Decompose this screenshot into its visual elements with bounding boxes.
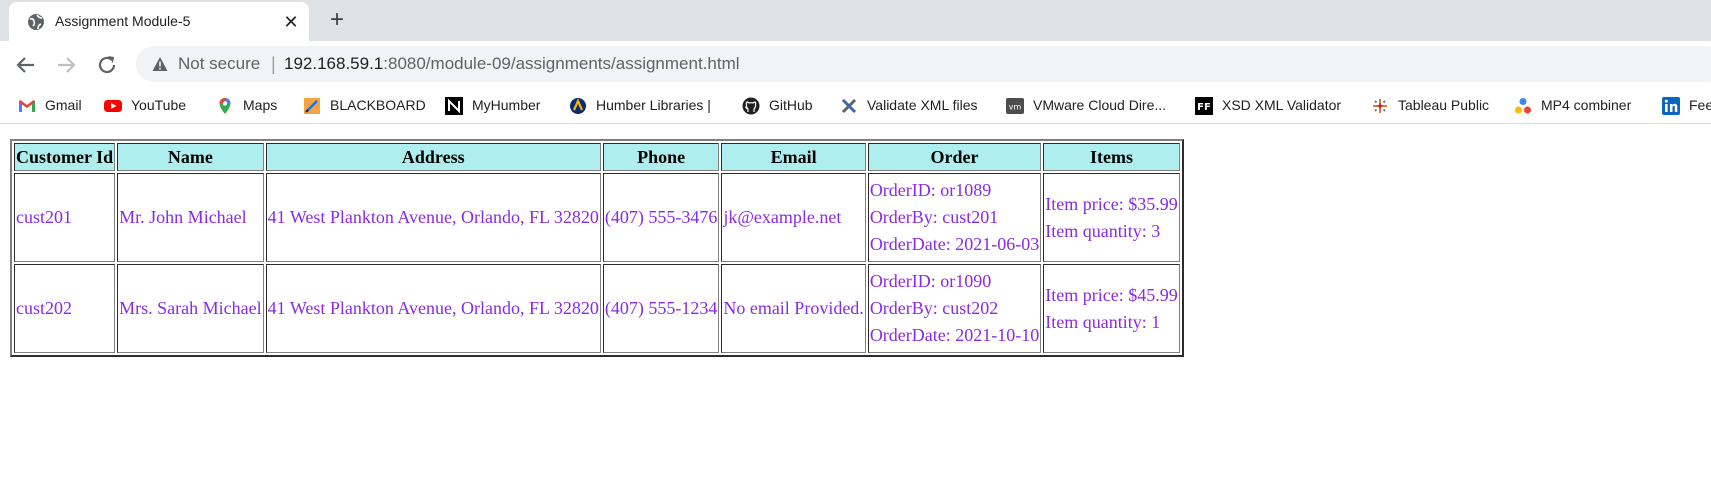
- header-order: Order: [867, 143, 1042, 171]
- header-email: Email: [721, 143, 866, 171]
- customer-orders-table: Customer Id Name Address Phone Email Ord…: [10, 139, 1184, 357]
- cell-phone: (407) 555-1234: [602, 264, 720, 353]
- blackboard-icon: [304, 98, 320, 114]
- page-content: Customer Id Name Address Phone Email Ord…: [0, 124, 1711, 486]
- table-header-row: Customer Id Name Address Phone Email Ord…: [14, 143, 1180, 171]
- xsd-validator-icon: FF: [1195, 97, 1213, 115]
- url-text[interactable]: 192.168.59.1:8080/module-09/assignments/…: [284, 54, 740, 74]
- order-id: OrderID: or1090: [869, 271, 992, 291]
- order-by: OrderBy: cust202: [869, 298, 999, 318]
- tab-title: Assignment Module-5: [55, 13, 191, 29]
- bookmark-label: Maps: [243, 97, 278, 113]
- bookmark-label: MP4 combiner: [1541, 97, 1632, 113]
- close-tab-icon[interactable]: ✕: [281, 12, 301, 32]
- bookmarks-bar: Gmail YouTube Maps BLACKBOARD MyHumber H…: [0, 89, 1711, 124]
- new-tab-button[interactable]: +: [324, 8, 350, 34]
- bookmark-label: MyHumber: [472, 97, 541, 113]
- cell-order: OrderID: or1090 OrderBy: cust202 OrderDa…: [867, 264, 1042, 353]
- cell-customer-id: cust202: [14, 264, 116, 353]
- cell-items: Item price: $35.99 Item quantity: 3: [1043, 173, 1180, 262]
- linkedin-icon: [1662, 97, 1680, 115]
- myhumber-icon: [445, 97, 463, 115]
- mp4-combiner-icon: [1515, 98, 1531, 114]
- header-address: Address: [265, 143, 601, 171]
- header-customer-id: Customer Id: [14, 143, 116, 171]
- bookmark-label: Tableau Public: [1398, 97, 1490, 113]
- humber-libraries-icon: [570, 98, 586, 114]
- validate-xml-icon: [841, 98, 857, 114]
- vmware-icon: vm: [1006, 98, 1024, 114]
- header-items: Items: [1043, 143, 1180, 171]
- svg-text:vm: vm: [1009, 103, 1022, 112]
- cell-address: 41 West Plankton Avenue, Orlando, FL 328…: [265, 173, 601, 262]
- tableau-icon: [1373, 99, 1387, 113]
- youtube-icon: [104, 100, 122, 112]
- order-date: OrderDate: 2021-10-10: [869, 325, 1040, 345]
- header-phone: Phone: [602, 143, 720, 171]
- order-id: OrderID: or1089: [869, 180, 992, 200]
- cell-address: 41 West Plankton Avenue, Orlando, FL 328…: [265, 264, 601, 353]
- url-host: 192.168.59.1: [284, 54, 384, 73]
- bookmark-label: GitHub: [769, 97, 813, 113]
- bookmark-label: Gmail: [45, 97, 82, 113]
- github-icon: [742, 97, 760, 115]
- url-path: :8080/module-09/assignments/assignment.h…: [383, 54, 740, 73]
- order-date: OrderDate: 2021-06-03: [869, 234, 1040, 254]
- reload-icon[interactable]: [95, 53, 119, 77]
- back-arrow-icon[interactable]: [14, 53, 38, 77]
- order-by: OrderBy: cust201: [869, 207, 999, 227]
- omnibox-separator: |: [271, 54, 276, 74]
- not-secure-label[interactable]: Not secure: [178, 54, 260, 74]
- svg-text:FF: FF: [1197, 102, 1211, 113]
- header-name: Name: [117, 143, 264, 171]
- maps-icon: [219, 98, 231, 114]
- table-row: cust202 Mrs. Sarah Michael 41 West Plank…: [14, 264, 1180, 353]
- bookmark-label: YouTube: [131, 97, 187, 113]
- item-quantity: Item quantity: 1: [1045, 311, 1161, 332]
- table-row: cust201 Mr. John Michael 41 West Plankto…: [14, 173, 1180, 262]
- bookmark-label: VMware Cloud Dire...: [1033, 97, 1167, 113]
- bookmark-label: Validate XML files: [867, 97, 978, 113]
- browser-toolbar: Not secure | 192.168.59.1:8080/module-09…: [0, 41, 1711, 89]
- tab-assignment-module[interactable]: Assignment Module-5 ✕: [9, 2, 309, 41]
- cell-phone: (407) 555-3476: [602, 173, 720, 262]
- bookmark-label: Humber Libraries |: [596, 97, 711, 113]
- globe-icon: [28, 14, 44, 30]
- cell-items: Item price: $45.99 Item quantity: 1: [1043, 264, 1180, 353]
- item-price: Item price: $35.99: [1045, 193, 1178, 214]
- bookmark-label: XSD XML Validator: [1222, 97, 1342, 113]
- cell-order: OrderID: or1089 OrderBy: cust201 OrderDa…: [867, 173, 1042, 262]
- bookmark-label: BLACKBOARD: [330, 97, 426, 113]
- bookmark-label: Fee: [1689, 97, 1711, 113]
- warning-triangle-icon[interactable]: [152, 56, 168, 72]
- item-price: Item price: $45.99: [1045, 284, 1178, 305]
- cell-name: Mrs. Sarah Michael: [117, 264, 264, 353]
- tab-strip: Assignment Module-5 ✕ +: [0, 0, 1711, 41]
- cell-customer-id: cust201: [14, 173, 116, 262]
- address-bar[interactable]: Not secure | 192.168.59.1:8080/module-09…: [136, 46, 1711, 82]
- cell-email: jk@example.net: [721, 173, 866, 262]
- forward-arrow-icon[interactable]: [54, 53, 78, 77]
- cell-name: Mr. John Michael: [117, 173, 264, 262]
- cell-email: No email Provided.: [721, 264, 866, 353]
- item-quantity: Item quantity: 3: [1045, 220, 1161, 241]
- gmail-icon: [19, 100, 35, 112]
